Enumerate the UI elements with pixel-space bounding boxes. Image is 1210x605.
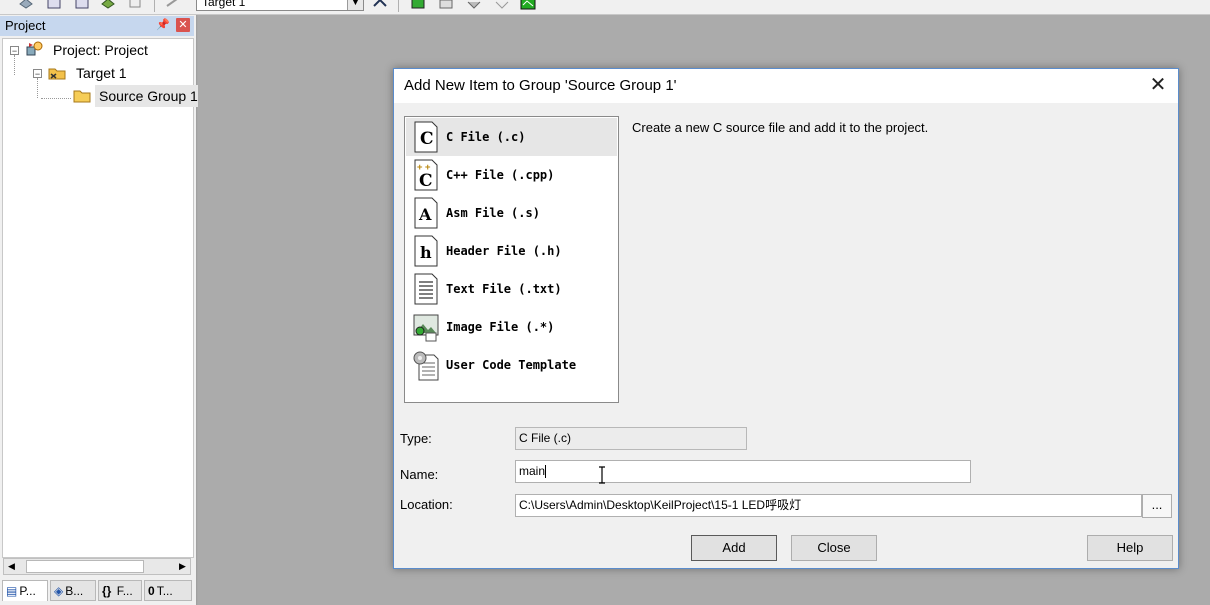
cpp-file-icon: C + + bbox=[414, 159, 438, 191]
functions-tab-icon: {} bbox=[102, 584, 112, 598]
file-type-image[interactable]: Image File (.*) bbox=[406, 308, 617, 346]
tree-item-label: Target 1 bbox=[76, 65, 127, 81]
project-tab-icon: ▤ bbox=[6, 584, 18, 598]
toolbar: Target 1 ▼ bbox=[0, 0, 1210, 15]
toolbar-icon[interactable] bbox=[438, 0, 454, 10]
books-tab-icon: ◈ bbox=[54, 584, 64, 598]
svg-text:C: C bbox=[419, 171, 433, 191]
tab-books[interactable]: ◈ B... bbox=[50, 580, 96, 601]
scroll-left-icon[interactable]: ◀ bbox=[4, 559, 19, 574]
toolbar-icon[interactable] bbox=[128, 0, 144, 10]
ibeam-cursor-icon bbox=[599, 466, 605, 484]
tree-guide bbox=[14, 55, 15, 75]
target-select[interactable]: Target 1 ▼ bbox=[196, 0, 364, 11]
svg-text:+: + bbox=[425, 163, 431, 173]
scroll-right-icon[interactable]: ▶ bbox=[175, 559, 190, 574]
text-caret bbox=[545, 465, 547, 479]
type-value: C File (.c) bbox=[519, 431, 571, 445]
type-label: Type: bbox=[400, 431, 432, 446]
type-field: C File (.c) bbox=[515, 427, 747, 450]
tree-item-source-group[interactable]: Source Group 1 bbox=[95, 85, 202, 107]
file-type-list: C C File (.c) C + + C++ File (.cpp) A As… bbox=[404, 116, 619, 403]
file-type-cpp[interactable]: C + + C++ File (.cpp) bbox=[406, 156, 617, 194]
project-pane: Project 📌 ✕ − Project: Project − Target … bbox=[0, 15, 202, 605]
file-type-asm[interactable]: A Asm File (.s) bbox=[406, 194, 617, 232]
file-type-description: Create a new C source file and add it to… bbox=[632, 120, 929, 135]
c-file-icon: C bbox=[414, 121, 438, 153]
svg-text:+: + bbox=[417, 163, 423, 173]
target-folder-icon bbox=[48, 68, 66, 80]
template-icon bbox=[413, 351, 439, 381]
tree-item-target[interactable]: Target 1 bbox=[76, 62, 127, 84]
project-tree: − Project: Project − Target 1 Source Gro… bbox=[2, 38, 202, 558]
toolbar-icon[interactable] bbox=[74, 0, 90, 10]
name-label: Name: bbox=[400, 467, 439, 482]
toolbar-separator bbox=[154, 0, 155, 12]
toolbar-icon[interactable] bbox=[410, 0, 426, 10]
image-file-icon bbox=[413, 314, 439, 342]
tree-item-project[interactable]: Project: Project bbox=[53, 39, 148, 61]
add-button[interactable]: Add bbox=[691, 535, 777, 561]
svg-text:C: C bbox=[420, 129, 434, 149]
tab-templates[interactable]: 0 T... bbox=[144, 580, 192, 601]
tree-expander[interactable]: − bbox=[33, 69, 42, 79]
header-file-icon: h bbox=[414, 235, 438, 267]
pin-icon[interactable]: 📌 bbox=[156, 18, 170, 32]
toolbar-icon[interactable] bbox=[494, 0, 510, 10]
dialog-title: Add New Item to Group 'Source Group 1' bbox=[404, 77, 677, 94]
folder-icon bbox=[73, 90, 91, 103]
toolbar-icon[interactable] bbox=[18, 0, 34, 10]
name-input[interactable]: main bbox=[515, 460, 971, 483]
tab-functions[interactable]: {} F... bbox=[98, 580, 142, 601]
tree-guide bbox=[37, 78, 38, 98]
location-input[interactable]: C:\Users\Admin\Desktop\KeilProject\15-1 … bbox=[515, 494, 1142, 517]
file-type-header[interactable]: h Header File (.h) bbox=[406, 232, 617, 270]
toolbar-icon[interactable] bbox=[46, 0, 62, 10]
target-options-icon[interactable] bbox=[372, 0, 388, 10]
file-type-user-template[interactable]: User Code Template bbox=[406, 346, 617, 384]
file-type-text[interactable]: Text File (.txt) bbox=[406, 270, 617, 308]
location-value: C:\Users\Admin\Desktop\KeilProject\15-1 … bbox=[519, 498, 802, 512]
svg-text:h: h bbox=[420, 243, 432, 262]
chevron-down-icon[interactable]: ▼ bbox=[347, 0, 363, 10]
asm-file-icon: A bbox=[414, 197, 438, 229]
toolbar-separator bbox=[398, 0, 399, 12]
tree-item-label: Project: Project bbox=[53, 42, 148, 58]
tree-expander[interactable]: − bbox=[10, 46, 19, 56]
add-new-item-dialog: Add New Item to Group 'Source Group 1' ✕… bbox=[393, 68, 1179, 569]
toolbar-icon[interactable] bbox=[520, 0, 536, 10]
svg-text:A: A bbox=[418, 205, 432, 224]
browse-button[interactable]: ... bbox=[1142, 494, 1172, 518]
horizontal-scrollbar[interactable]: ◀ ▶ bbox=[3, 558, 191, 575]
file-type-c[interactable]: C C File (.c) bbox=[406, 118, 617, 156]
toolbar-icon[interactable] bbox=[466, 0, 482, 10]
location-label: Location: bbox=[400, 497, 453, 512]
close-pane-icon[interactable]: ✕ bbox=[176, 18, 190, 32]
close-icon[interactable]: ✕ bbox=[1148, 75, 1168, 95]
tree-guide bbox=[41, 98, 71, 99]
target-select-value: Target 1 bbox=[202, 0, 246, 9]
text-file-icon bbox=[414, 273, 438, 305]
name-value: main bbox=[519, 464, 546, 478]
toolbar-icon[interactable] bbox=[164, 0, 180, 10]
project-pane-tabs: ▤ P... ◈ B... {} F... 0 T... bbox=[2, 580, 194, 602]
dialog-title-bar[interactable]: Add New Item to Group 'Source Group 1' ✕ bbox=[394, 69, 1178, 103]
scroll-thumb[interactable] bbox=[26, 560, 144, 573]
tab-project[interactable]: ▤ P... bbox=[2, 580, 48, 601]
tree-item-label: Source Group 1 bbox=[99, 88, 198, 104]
help-button[interactable]: Help bbox=[1087, 535, 1173, 561]
toolbar-icon[interactable] bbox=[100, 0, 116, 10]
close-button[interactable]: Close bbox=[791, 535, 877, 561]
templates-tab-icon: 0 bbox=[148, 584, 155, 598]
project-pane-title: Project bbox=[5, 18, 46, 33]
project-icon bbox=[26, 41, 43, 56]
